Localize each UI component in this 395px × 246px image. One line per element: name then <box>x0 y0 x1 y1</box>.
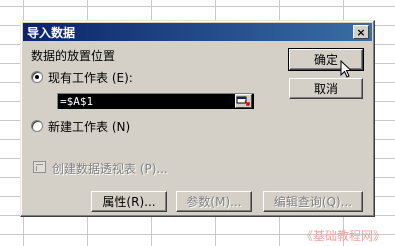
pivot-table-link[interactable]: 创建数据透视表 (P)... <box>52 160 168 177</box>
new-sheet-radio[interactable] <box>31 120 43 132</box>
mouse-pointer-icon <box>340 60 353 78</box>
range-input[interactable]: =$A$1 <box>57 93 254 109</box>
placement-label: 数据的放置位置 <box>31 49 116 63</box>
close-button[interactable]: × <box>353 25 369 39</box>
watermark-text: 《基础教程网》 <box>300 229 385 243</box>
cancel-button[interactable]: 取消 <box>289 78 363 99</box>
edit-query-button[interactable]: 编辑查询(Q)... <box>263 191 363 212</box>
new-sheet-label[interactable]: 新建工作表 (N) <box>48 118 130 135</box>
range-picker-icon <box>236 96 250 106</box>
close-icon: × <box>356 25 366 39</box>
parameters-button[interactable]: 参数(M)... <box>176 191 252 212</box>
existing-sheet-radio[interactable] <box>31 71 43 83</box>
dialog-titlebar[interactable]: 导入数据 × <box>23 23 372 41</box>
range-picker-button[interactable] <box>235 94 252 108</box>
properties-button[interactable]: 属性(R)... <box>91 191 167 212</box>
dialog-title: 导入数据 <box>27 25 76 40</box>
import-data-dialog: 导入数据 × 数据的放置位置 现有工作表 (E): =$A$1 新建工作表 (N… <box>20 20 375 217</box>
pivot-table-icon <box>33 161 46 173</box>
radio-selected-dot <box>35 75 39 79</box>
existing-sheet-label[interactable]: 现有工作表 (E): <box>48 69 133 86</box>
